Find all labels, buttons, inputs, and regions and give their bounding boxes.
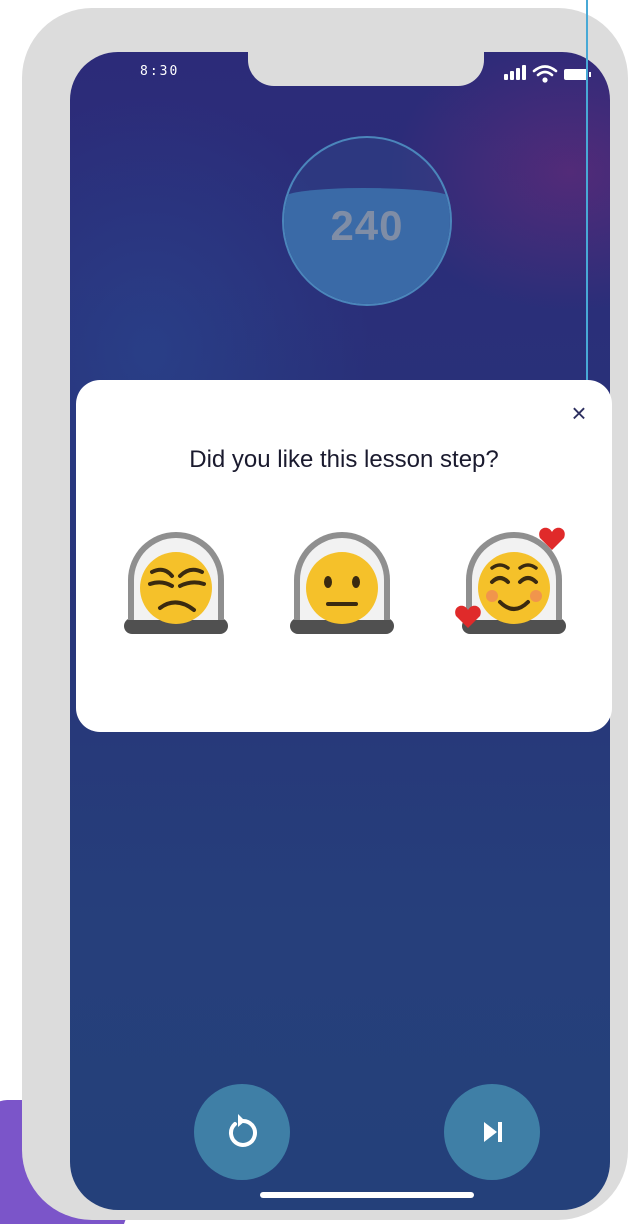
feedback-question: Did you like this lesson step?: [189, 446, 499, 473]
close-icon: ×: [571, 398, 587, 428]
skip-next-icon: [484, 1122, 502, 1142]
rating-option-like[interactable]: [452, 516, 576, 642]
replay-button[interactable]: [194, 1084, 290, 1180]
unamused-astronaut-emoji: [124, 532, 228, 634]
close-button[interactable]: ×: [564, 398, 594, 428]
rating-option-dislike[interactable]: [114, 516, 238, 642]
signal-icon: [502, 64, 528, 82]
phone-notch: [248, 52, 484, 86]
skip-next-button[interactable]: [444, 1084, 540, 1180]
home-indicator: [260, 1192, 474, 1198]
wifi-icon: [532, 65, 558, 83]
status-time: 8:30: [140, 64, 180, 79]
score-value: 240: [330, 202, 404, 249]
replay-icon: [229, 1114, 257, 1147]
battery-icon: [564, 69, 591, 80]
callout-line: [586, 0, 588, 388]
neutral-astronaut-emoji: [290, 532, 394, 634]
score-circle: 240: [282, 136, 452, 306]
feedback-card: × Did you like this lesson step?: [76, 380, 612, 732]
smiling-hearts-astronaut-emoji: [455, 527, 566, 634]
rating-option-neutral[interactable]: [280, 516, 404, 642]
